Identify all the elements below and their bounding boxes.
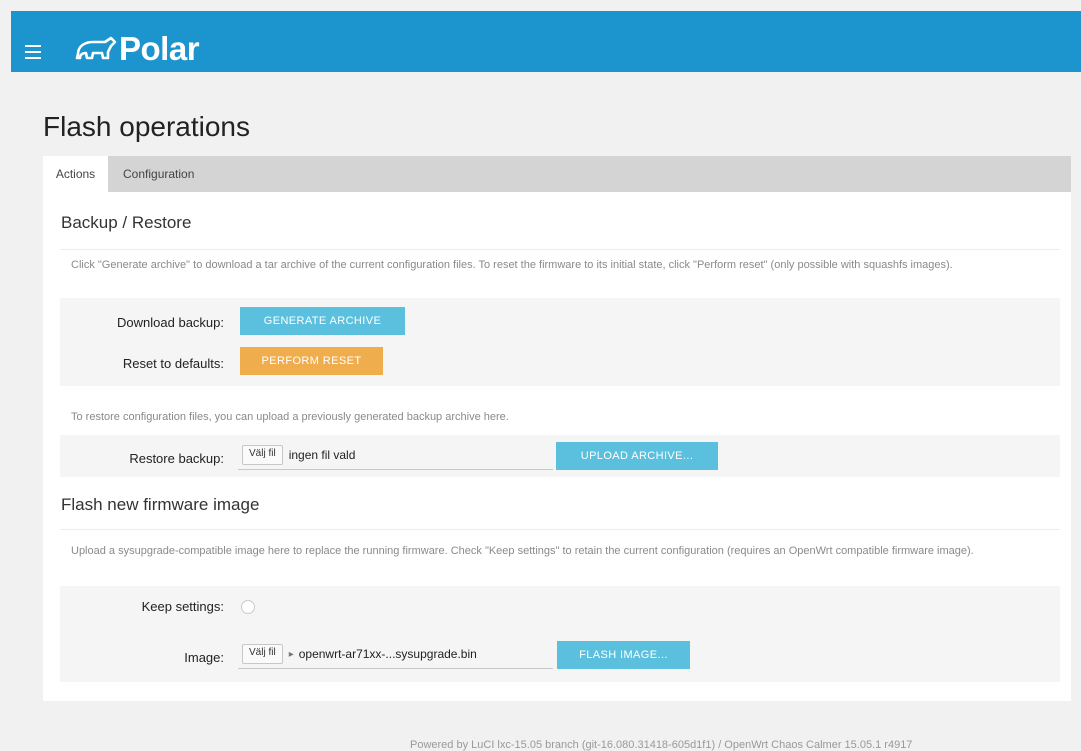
tab-actions[interactable]: Actions	[43, 156, 108, 192]
tab-configuration[interactable]: Configuration	[123, 156, 194, 192]
hamburger-menu-icon[interactable]	[25, 45, 41, 59]
actions-panel: Backup / Restore Click "Generate archive…	[43, 192, 1071, 701]
reset-defaults-label: Reset to defaults:	[122, 356, 224, 371]
tab-bar: Actions Configuration	[43, 156, 1071, 192]
keep-settings-checkbox[interactable]	[241, 600, 255, 614]
keep-settings-label: Keep settings:	[141, 599, 224, 614]
backup-restore-title: Backup / Restore	[61, 213, 192, 232]
polar-bear-logo-icon	[75, 36, 117, 60]
top-navbar: Polar	[11, 11, 1081, 72]
image-file-input[interactable]: Välj fil ▸ openwrt-ar71xx-...sysupgrade.…	[238, 640, 553, 669]
flash-image-button[interactable]: FLASH IMAGE...	[557, 641, 690, 669]
file-status-text: ingen fil vald	[288, 448, 356, 462]
file-icon: ▸	[288, 648, 294, 660]
selected-file-name: openwrt-ar71xx-...sysupgrade.bin	[298, 647, 477, 661]
brand-logo[interactable]: Polar	[75, 30, 200, 67]
flash-firmware-title: Flash new firmware image	[61, 495, 260, 514]
download-backup-label: Download backup:	[117, 315, 224, 330]
restore-backup-label: Restore backup:	[129, 451, 224, 466]
generate-archive-button[interactable]: GENERATE ARCHIVE	[240, 307, 405, 335]
footer-text: Powered by LuCI lxc-15.05 branch (git-16…	[410, 739, 913, 751]
upload-archive-button[interactable]: UPLOAD ARCHIVE...	[556, 442, 718, 470]
section-divider	[60, 529, 1060, 530]
flash-description: Upload a sysupgrade-compatible image her…	[71, 545, 974, 557]
restore-file-input[interactable]: Välj fil ingen fil vald	[238, 441, 553, 470]
choose-file-button[interactable]: Välj fil	[242, 644, 283, 664]
section-divider	[60, 249, 1060, 250]
brand-name: Polar	[119, 30, 200, 67]
page-title: Flash operations	[43, 111, 251, 142]
choose-file-button[interactable]: Välj fil	[242, 445, 283, 465]
image-label: Image:	[184, 650, 224, 665]
backup-description: Click "Generate archive" to download a t…	[71, 259, 953, 271]
perform-reset-button[interactable]: PERFORM RESET	[240, 347, 383, 375]
restore-description: To restore configuration files, you can …	[71, 411, 509, 423]
backup-form-block	[60, 298, 1060, 386]
